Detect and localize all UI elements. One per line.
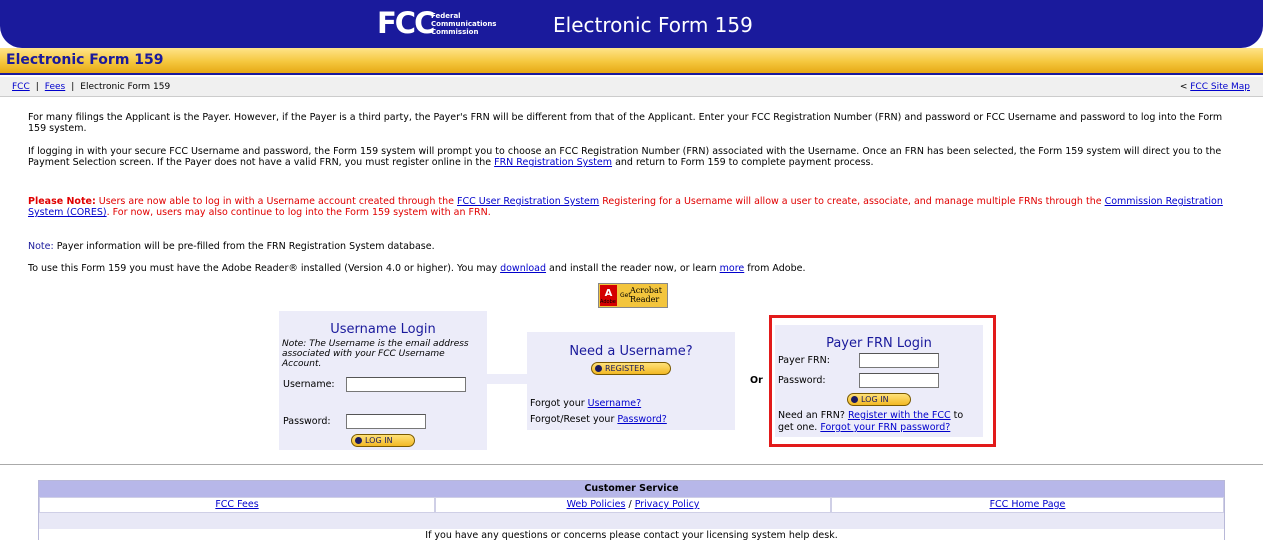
- register-with-fcc-link[interactable]: Register with the FCC: [848, 410, 951, 421]
- cs-cell-policies: Web Policies / Privacy Policy: [435, 497, 831, 513]
- button-label: REGISTER: [605, 364, 645, 373]
- payer-frn-label: Payer FRN:: [778, 355, 830, 366]
- get-acrobat-reader-badge[interactable]: A Adobe Get Acrobat Reader: [598, 283, 668, 308]
- page-title: Electronic Form 159: [6, 52, 164, 68]
- adobe-info-text: To use this Form 159 you must have the A…: [28, 263, 501, 274]
- forgot-password-link[interactable]: Password?: [617, 414, 666, 425]
- adobe-reader-line: Reader: [630, 295, 660, 304]
- adobe-wordmark: Adobe: [600, 299, 616, 305]
- page-title-bar: Electronic Form 159: [0, 48, 1263, 75]
- breadcrumb-separator: |: [35, 82, 39, 92]
- username-login-title: Username Login: [330, 322, 436, 337]
- breadcrumb: FCC | Fees | Electronic Form 159: [12, 77, 170, 97]
- frn-registration-link[interactable]: FRN Registration System: [494, 157, 612, 168]
- customer-service-header: Customer Service: [39, 481, 1224, 497]
- need-frn-text: Need an FRN? Register with the FCC to ge…: [778, 410, 978, 434]
- web-policies-link[interactable]: Web Policies: [567, 499, 626, 510]
- payer-frn-input[interactable]: [859, 353, 939, 368]
- logo-text-line: Communications: [431, 20, 497, 28]
- username-input[interactable]: [346, 377, 466, 392]
- please-note-text: . For now, users may also continue to lo…: [106, 207, 491, 218]
- adobe-info-text: from Adobe.: [744, 263, 806, 274]
- breadcrumb-separator: |: [71, 82, 75, 92]
- learn-more-link[interactable]: more: [720, 263, 745, 274]
- adobe-reader-text: Acrobat Reader: [630, 286, 662, 304]
- fcc-logo[interactable]: FCC Federal Communications Commission: [377, 6, 507, 40]
- need-frn-prefix: Need an FRN?: [778, 410, 848, 421]
- username-login-button[interactable]: LOG IN: [351, 434, 415, 447]
- please-note-paragraph: Please Note: Users are now able to log i…: [28, 196, 1238, 218]
- payer-frn-login-title: Payer FRN Login: [826, 336, 932, 351]
- payer-password-input[interactable]: [859, 373, 939, 388]
- breadcrumb-fcc-link[interactable]: FCC: [12, 82, 30, 92]
- username-password-label: Password:: [283, 416, 331, 427]
- please-note-text: Registering for a Username will allow a …: [599, 196, 1105, 207]
- please-note-label: Please Note:: [28, 196, 96, 207]
- fcc-fees-link[interactable]: FCC Fees: [215, 499, 258, 510]
- footer-divider: [0, 464, 1263, 465]
- site-header-banner: FCC Federal Communications Commission El…: [0, 0, 1263, 48]
- register-button[interactable]: REGISTER: [591, 362, 671, 375]
- or-separator: Or: [750, 375, 763, 386]
- button-bullet-icon: [595, 365, 602, 372]
- button-label: LOG IN: [365, 436, 393, 445]
- forgot-username-link[interactable]: Username?: [588, 398, 641, 409]
- button-bullet-icon: [355, 437, 362, 444]
- sitemap-arrow: <: [1179, 82, 1188, 92]
- note-label: Note:: [28, 241, 54, 252]
- username-label: Username:: [283, 379, 335, 390]
- intro-p2-text: and return to Form 159 to complete payme…: [612, 157, 874, 168]
- download-link[interactable]: download: [500, 263, 546, 274]
- fcc-user-registration-link[interactable]: FCC User Registration System: [457, 196, 599, 207]
- cs-cell-home: FCC Home Page: [831, 497, 1224, 513]
- customer-service-table: Customer Service FCC Fees Web Policies /…: [38, 480, 1225, 541]
- payer-frn-login-panel: Payer FRN Login Payer FRN: Password: LOG…: [775, 325, 983, 437]
- intro-paragraph-1: For many filings the Applicant is the Pa…: [28, 112, 1223, 134]
- button-label: LOG IN: [861, 395, 889, 404]
- forgot-password-text: Forgot/Reset your: [530, 414, 618, 425]
- fcc-home-page-link[interactable]: FCC Home Page: [990, 499, 1066, 510]
- forgot-username-text: Forgot your: [530, 398, 588, 409]
- intro-paragraph-2: If logging in with your secure FCC Usern…: [28, 146, 1238, 168]
- payer-password-label: Password:: [778, 375, 826, 386]
- site-map-link[interactable]: FCC Site Map: [1190, 82, 1250, 92]
- logo-text-line: Federal: [431, 12, 461, 20]
- fcc-logo-mark: FCC: [377, 6, 435, 40]
- forgot-username-line: Forgot your Username?: [530, 398, 641, 410]
- sitemap-area: < FCC Site Map: [1180, 77, 1250, 97]
- username-login-note: Note: The Username is the email address …: [282, 339, 469, 369]
- username-login-panel: Username Login Note: The Username is the…: [279, 311, 487, 450]
- privacy-policy-link[interactable]: Privacy Policy: [635, 499, 700, 510]
- adobe-info-text: and install the reader now, or learn: [546, 263, 720, 274]
- panel-connector: [487, 374, 527, 384]
- banner-title: Electronic Form 159: [553, 13, 753, 37]
- note-text: Payer information will be pre-filled fro…: [53, 241, 435, 252]
- adobe-reader-line: Acrobat: [630, 286, 663, 295]
- cs-cell-fees: FCC Fees: [39, 497, 435, 513]
- please-note-text: Users are now able to log in with a User…: [95, 196, 457, 207]
- forgot-frn-password-link[interactable]: Forgot your FRN password?: [820, 422, 950, 433]
- logo-text-line: Commission: [431, 28, 479, 36]
- payer-login-button[interactable]: LOG IN: [847, 393, 911, 406]
- cs-divider: /: [625, 499, 635, 510]
- button-bullet-icon: [851, 396, 858, 403]
- need-username-panel: Need a Username? REGISTER Forgot your Us…: [527, 332, 735, 430]
- note-paragraph: Note: Payer information will be pre-fill…: [28, 241, 1238, 252]
- fcc-logo-text: Federal Communications Commission: [431, 12, 496, 36]
- breadcrumb-row: FCC | Fees | Electronic Form 159 < FCC Site …: [0, 77, 1263, 97]
- cs-contact-row: If you have any questions or concerns pl…: [39, 529, 1224, 541]
- adobe-info-paragraph: To use this Form 159 you must have the A…: [28, 263, 1238, 274]
- need-username-title: Need a Username?: [569, 344, 693, 359]
- forgot-password-line: Forgot/Reset your Password?: [530, 414, 667, 426]
- username-password-input[interactable]: [346, 414, 426, 429]
- breadcrumb-current: Electronic Form 159: [80, 82, 171, 92]
- breadcrumb-fees-link[interactable]: Fees: [45, 82, 65, 92]
